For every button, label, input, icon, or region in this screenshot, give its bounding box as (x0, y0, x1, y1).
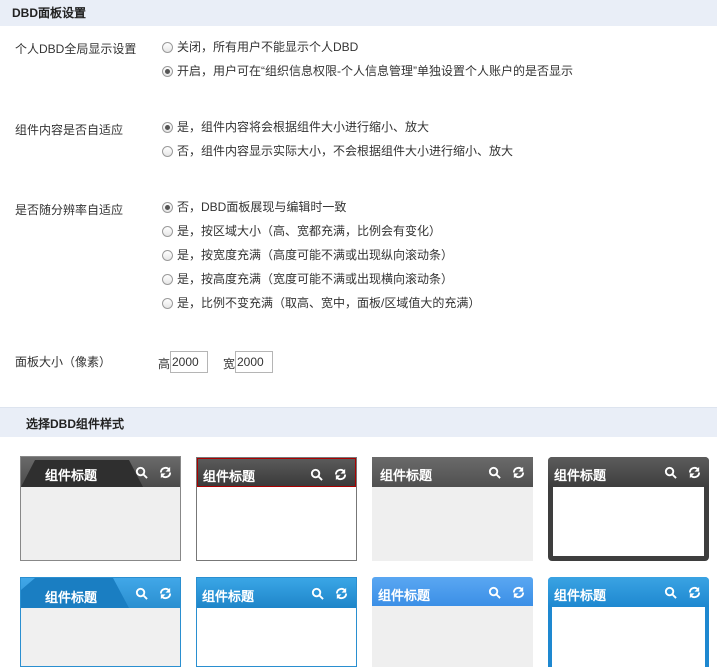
refresh-icon[interactable] (334, 468, 347, 481)
widget-title: 组件标题 (378, 588, 431, 603)
widget-style-blue-gradient[interactable]: 组件标题 (196, 577, 357, 667)
widget-style-blue-frame[interactable]: 组件标题 (548, 577, 709, 667)
option-label: 是，按高度充满（宽度可能不满或出现横向滚动条） (177, 272, 454, 286)
radio-button-checked[interactable] (162, 66, 173, 77)
widget-title: 组件标题 (202, 589, 255, 604)
radio-button-checked[interactable] (162, 122, 173, 133)
height-label: 高 (158, 357, 171, 371)
widget-title: 组件标题 (203, 469, 256, 484)
refresh-icon[interactable] (335, 587, 348, 600)
widget-style-dark-tab[interactable]: 组件标题 (20, 456, 181, 561)
widget-style-dark-flat[interactable]: 组件标题 (372, 457, 533, 561)
widget-header: 组件标题 (197, 458, 356, 487)
refresh-icon[interactable] (512, 466, 525, 479)
personal-dbd-option-off[interactable]: 关闭，所有用户不能显示个人DBD (162, 39, 358, 55)
widget-style-blue-tab[interactable]: 组件标题 (20, 577, 181, 667)
widget-body (552, 607, 705, 667)
widget-style-dark-red-border[interactable]: 组件标题 (196, 457, 357, 561)
widget-body (553, 487, 704, 556)
resolution-adapt-label: 是否随分辨率自适应 (15, 203, 124, 217)
refresh-icon[interactable] (159, 587, 172, 600)
width-input[interactable] (235, 351, 273, 373)
option-label: 是，比例不变充满（取高、宽中，面板/区域值大的充满） (177, 296, 481, 310)
widget-title: 组件标题 (554, 468, 607, 483)
widget-header: 组件标题 (372, 577, 533, 606)
widget-title: 组件标题 (45, 468, 98, 483)
content-adapt-label: 组件内容是否自适应 (15, 123, 124, 137)
resolution-option-1[interactable]: 是，按区域大小（高、宽都充满，比例会有变化） (162, 223, 441, 239)
widget-style-light-blue[interactable]: 组件标题 (372, 577, 533, 667)
widget-header: 组件标题 (548, 577, 709, 607)
search-icon[interactable] (310, 468, 324, 481)
widget-title: 组件标题 (380, 468, 433, 483)
personal-dbd-label: 个人DBD全局显示设置 (15, 42, 137, 56)
option-label: 是，按区域大小（高、宽都充满，比例会有变化） (177, 224, 442, 238)
option-label: 否，组件内容显示实际大小，不会根据组件大小进行缩小、放大 (177, 144, 514, 158)
widget-header: 组件标题 (197, 578, 356, 608)
widget-style-header: 选择DBD组件样式 (0, 407, 717, 437)
widget-header: 组件标题 (21, 457, 180, 487)
option-label: 是，组件内容将会根据组件大小进行缩小、放大 (177, 120, 430, 134)
search-icon[interactable] (664, 586, 678, 599)
panel-size-label: 面板大小（像素） (15, 355, 112, 369)
resolution-option-0[interactable]: 否，DBD面板展现与编辑时一致 (162, 199, 346, 215)
radio-button[interactable] (162, 274, 173, 285)
radio-button-checked[interactable] (162, 202, 173, 213)
option-label: 是，按宽度充满（高度可能不满或出现纵向滚动条） (177, 248, 454, 262)
widget-header: 组件标题 (21, 578, 180, 608)
option-label: 关闭，所有用户不能显示个人DBD (177, 40, 359, 54)
resolution-option-2[interactable]: 是，按宽度充满（高度可能不满或出现纵向滚动条） (162, 247, 453, 263)
search-icon[interactable] (664, 466, 678, 479)
radio-button[interactable] (162, 226, 173, 237)
widget-title: 组件标题 (45, 590, 98, 605)
height-input[interactable] (170, 351, 208, 373)
refresh-icon[interactable] (159, 466, 172, 479)
option-label: 否，DBD面板展现与编辑时一致 (177, 200, 347, 214)
refresh-icon[interactable] (688, 586, 701, 599)
resolution-option-4[interactable]: 是，比例不变充满（取高、宽中，面板/区域值大的充满） (162, 295, 480, 311)
content-adapt-option-no[interactable]: 否，组件内容显示实际大小，不会根据组件大小进行缩小、放大 (162, 143, 513, 159)
widget-header: 组件标题 (548, 457, 709, 487)
search-icon[interactable] (311, 587, 325, 600)
radio-button[interactable] (162, 250, 173, 261)
radio-button[interactable] (162, 298, 173, 309)
radio-button[interactable] (162, 146, 173, 157)
width-label: 宽 (223, 357, 236, 371)
content-adapt-option-yes[interactable]: 是，组件内容将会根据组件大小进行缩小、放大 (162, 119, 429, 135)
search-icon[interactable] (488, 586, 502, 599)
refresh-icon[interactable] (688, 466, 701, 479)
option-label: 开启，用户可在“组织信息权限-个人信息管理”单独设置个人账户的是否显示 (177, 64, 573, 78)
personal-dbd-option-on[interactable]: 开启，用户可在“组织信息权限-个人信息管理”单独设置个人账户的是否显示 (162, 63, 573, 79)
search-icon[interactable] (135, 587, 149, 600)
widget-style-dark-frame[interactable]: 组件标题 (548, 457, 709, 561)
widget-header: 组件标题 (372, 457, 533, 487)
search-icon[interactable] (488, 466, 502, 479)
dbd-settings-header: DBD面板设置 (0, 0, 717, 26)
widget-title: 组件标题 (554, 588, 607, 603)
radio-button[interactable] (162, 42, 173, 53)
resolution-option-3[interactable]: 是，按高度充满（宽度可能不满或出现横向滚动条） (162, 271, 453, 287)
refresh-icon[interactable] (512, 586, 525, 599)
search-icon[interactable] (135, 466, 149, 479)
